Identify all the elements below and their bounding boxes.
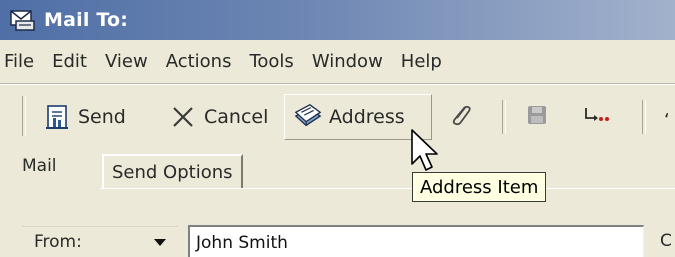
- menu-view[interactable]: View: [96, 51, 157, 72]
- title-bar: Mail To:: [0, 0, 675, 40]
- window-title: Mail To:: [44, 9, 129, 31]
- toolbar-separator: [502, 100, 506, 134]
- address-book-icon: [293, 102, 323, 132]
- save-button[interactable]: [522, 102, 552, 132]
- cancel-label: Cancel: [204, 106, 269, 128]
- menubar-divider-highlight: [0, 84, 675, 85]
- attach-button[interactable]: [446, 102, 476, 132]
- send-label: Send: [78, 106, 126, 128]
- save-disk-icon: [525, 103, 549, 131]
- toolbar: Send Cancel Address: [0, 92, 675, 144]
- routing-slip-icon: [582, 102, 612, 132]
- menu-actions[interactable]: Actions: [157, 51, 241, 72]
- cancel-button[interactable]: Cancel: [168, 94, 268, 140]
- tab-strip: Mail Send Options: [0, 148, 675, 198]
- menu-file[interactable]: File: [0, 51, 43, 72]
- send-button[interactable]: Send: [42, 94, 126, 140]
- from-dropdown[interactable]: From:: [22, 226, 178, 257]
- mail-compose-icon: [10, 9, 36, 31]
- send-icon: [42, 102, 72, 132]
- menu-tools[interactable]: Tools: [240, 51, 302, 72]
- mouse-pointer-icon: [411, 129, 438, 171]
- toolbar-separator: [642, 100, 646, 134]
- address-label: Address: [329, 106, 405, 128]
- cc-label-partial: C: [660, 231, 672, 251]
- menu-bar: File Edit View Actions Tools Window Help: [0, 46, 451, 76]
- paperclip-icon: [448, 102, 474, 132]
- chevron-down-icon: [154, 239, 166, 246]
- from-label: From:: [34, 232, 82, 252]
- tab-send-options-label: Send Options: [112, 161, 233, 183]
- tab-mail[interactable]: Mail: [22, 156, 57, 176]
- from-field[interactable]: John Smith: [188, 225, 644, 257]
- menu-edit[interactable]: Edit: [43, 51, 96, 72]
- routing-button[interactable]: [582, 102, 612, 132]
- cancel-x-icon: [168, 102, 198, 132]
- tab-send-options[interactable]: Send Options: [102, 154, 243, 188]
- toolbar-grip[interactable]: [22, 96, 26, 136]
- menu-window[interactable]: Window: [303, 51, 392, 72]
- tab-baseline: [100, 188, 675, 189]
- menu-help[interactable]: Help: [392, 51, 451, 72]
- address-tooltip: Address Item: [412, 172, 547, 202]
- mail-compose-window: Mail To: File Edit View Actions Tools Wi…: [0, 0, 675, 257]
- toolbar-partial-button-label[interactable]: ‘: [664, 110, 670, 131]
